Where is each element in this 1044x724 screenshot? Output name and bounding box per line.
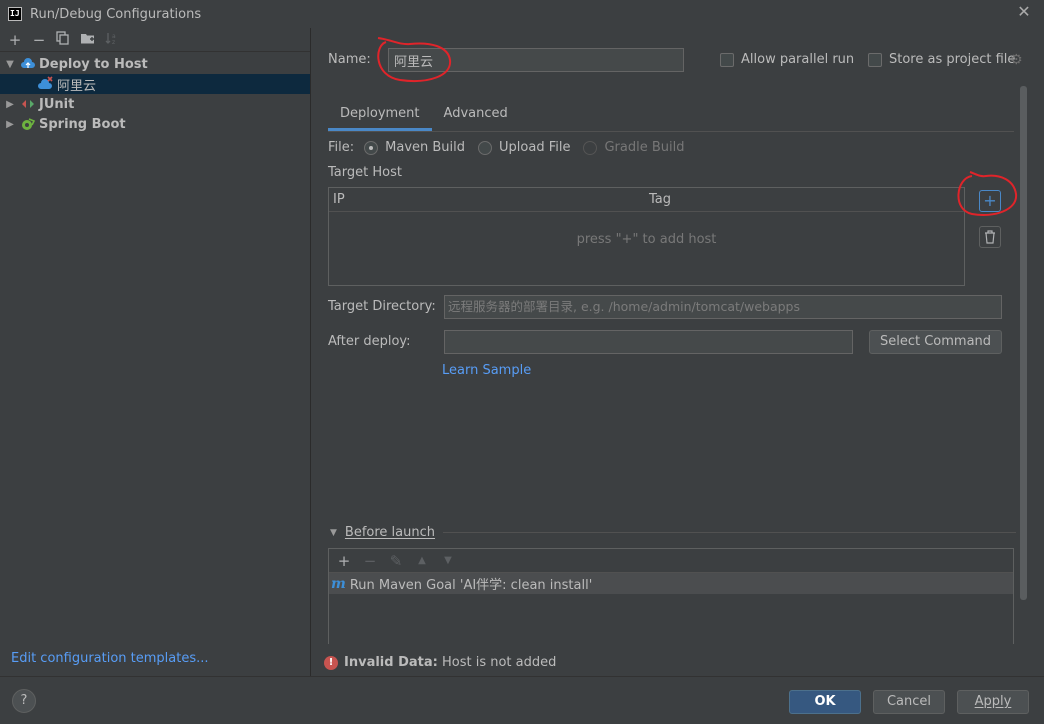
error-icon: ! <box>324 655 338 670</box>
before-launch-header[interactable]: ▼ Before launch <box>330 525 1016 540</box>
checkbox-label: Store as project file <box>889 52 1016 67</box>
chevron-right-icon[interactable]: ▶ <box>4 119 16 130</box>
folder-icon[interactable] <box>78 31 96 49</box>
before-launch-panel: + − ✎ ▲ ▼ m Run Maven Goal 'AI伴学: clean … <box>328 548 1014 644</box>
tree-node-spring-boot[interactable]: ▶ Spring Boot <box>0 114 310 134</box>
radio-dot[interactable] <box>583 140 598 155</box>
file-type-row: File: Maven Build Upload File Gradle Bui… <box>328 140 697 155</box>
file-label: File: <box>328 140 355 155</box>
tree-node-label: Deploy to Host <box>39 56 148 72</box>
before-launch-toolbar: + − ✎ ▲ ▼ <box>329 549 1013 573</box>
tree-node-label: JUnit <box>39 96 75 112</box>
move-down-icon[interactable]: ▼ <box>439 552 457 570</box>
edit-icon[interactable]: ✎ <box>387 552 405 570</box>
gear-icon[interactable]: ⚙ <box>1010 52 1023 68</box>
tree-node-label: Spring Boot <box>39 116 126 132</box>
vertical-scrollbar[interactable] <box>1020 86 1027 600</box>
allow-parallel-run-checkbox[interactable]: Allow parallel run <box>720 52 854 67</box>
checkbox-box[interactable] <box>720 52 734 67</box>
apply-button[interactable]: Apply <box>957 690 1029 714</box>
target-directory-label: Target Directory: <box>328 299 436 314</box>
close-icon[interactable]: ✕ <box>1016 4 1032 20</box>
maven-icon: m <box>331 575 346 592</box>
name-label: Name: <box>328 52 371 67</box>
maven-build-radio[interactable]: Maven Build <box>364 140 465 155</box>
select-command-button[interactable]: Select Command <box>869 330 1002 354</box>
dialog-button-bar: ? OK Cancel Apply <box>0 676 1044 724</box>
tree-node-aliyun[interactable]: 阿里云 <box>0 74 310 94</box>
after-deploy-label: After deploy: <box>328 334 411 349</box>
before-launch-item-label: Run Maven Goal 'AI伴学: clean install' <box>349 578 593 593</box>
tab-advanced[interactable]: Advanced <box>432 100 520 131</box>
checkbox-box[interactable] <box>868 52 882 67</box>
junit-icon <box>20 96 36 112</box>
learn-sample-link[interactable]: Learn Sample <box>442 363 531 378</box>
svg-text:z: z <box>112 39 115 45</box>
upload-file-radio[interactable]: Upload File <box>478 140 570 155</box>
delete-host-button[interactable] <box>979 226 1001 248</box>
cancel-button[interactable]: Cancel <box>873 690 945 714</box>
configuration-tree: ▼ Deploy to Host 阿里云 ▶ JUnit ▶ Spring Bo… <box>0 52 310 134</box>
table-header: IP Tag <box>329 188 964 212</box>
status-bold-label: Invalid Data: <box>344 655 438 670</box>
before-launch-title: Before launch <box>344 525 436 540</box>
tree-node-deploy-to-host[interactable]: ▼ Deploy to Host <box>0 54 310 74</box>
tab-bar: Deployment Advanced <box>328 100 1014 132</box>
add-icon[interactable]: + <box>335 552 353 570</box>
remove-icon[interactable]: − <box>361 552 379 570</box>
radio-label: Gradle Build <box>604 140 685 155</box>
add-host-button[interactable]: + <box>979 190 1001 212</box>
configuration-tree-pane: + − az ▼ Deploy to Host 阿里云 ▶ JUnit ▶ Sp… <box>0 28 311 676</box>
add-icon[interactable]: + <box>6 31 24 49</box>
chevron-right-icon[interactable]: ▶ <box>4 99 16 110</box>
radio-label: Upload File <box>499 140 571 155</box>
move-up-icon[interactable]: ▲ <box>413 552 431 570</box>
checkbox-label: Allow parallel run <box>741 52 855 67</box>
deploy-icon <box>20 56 36 72</box>
name-input[interactable] <box>388 48 684 72</box>
radio-label: Maven Build <box>385 140 466 155</box>
title-bar: IJ Run/Debug Configurations ✕ <box>0 0 1044 28</box>
chevron-down-icon[interactable]: ▼ <box>4 59 16 70</box>
edit-configuration-templates-link[interactable]: Edit configuration templates... <box>11 651 209 666</box>
ok-button[interactable]: OK <box>789 690 861 714</box>
tab-deployment[interactable]: Deployment <box>328 100 432 131</box>
column-header-ip[interactable]: IP <box>329 188 649 211</box>
radio-dot[interactable] <box>364 140 379 155</box>
status-text: Host is not added <box>437 655 557 670</box>
before-launch-item[interactable]: m Run Maven Goal 'AI伴学: clean install' <box>329 573 1013 594</box>
spring-boot-icon <box>20 116 36 132</box>
tree-toolbar: + − az <box>0 28 310 52</box>
column-header-tag[interactable]: Tag <box>649 188 964 211</box>
intellij-logo-icon: IJ <box>8 7 22 21</box>
empty-table-text: press "+" to add host <box>576 232 717 247</box>
validation-status: ! Invalid Data: Host is not added <box>324 655 556 670</box>
sort-icon[interactable]: az <box>102 31 120 49</box>
deploy-config-icon <box>38 76 54 92</box>
radio-dot[interactable] <box>478 140 493 155</box>
copy-icon[interactable] <box>54 30 72 49</box>
configuration-editor: Name: Allow parallel run Store as projec… <box>312 28 1044 676</box>
store-as-project-file-checkbox[interactable]: Store as project file <box>868 52 1015 67</box>
tree-node-junit[interactable]: ▶ JUnit <box>0 94 310 114</box>
window-title: Run/Debug Configurations <box>30 6 202 22</box>
host-table[interactable]: IP Tag press "+" to add host <box>328 187 965 286</box>
help-button[interactable]: ? <box>12 689 36 713</box>
gradle-build-radio[interactable]: Gradle Build <box>583 140 684 155</box>
target-directory-input[interactable]: 远程服务器的部署目录, e.g. /home/admin/tomcat/weba… <box>444 295 1002 319</box>
remove-icon[interactable]: − <box>30 31 48 49</box>
target-host-label: Target Host <box>328 165 402 180</box>
tree-node-label: 阿里云 <box>57 78 97 94</box>
after-deploy-input[interactable] <box>444 330 853 354</box>
divider <box>443 532 1016 533</box>
chevron-down-icon[interactable]: ▼ <box>330 528 337 538</box>
